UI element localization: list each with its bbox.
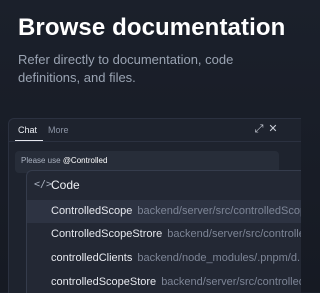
item-path: backend/server/src/controlledScope.ts (167, 228, 301, 240)
tab-more[interactable]: More (48, 125, 69, 135)
dropdown-item[interactable]: ControlledScope backend/server/src/contro… (27, 200, 301, 223)
dropdown-item[interactable]: controlledScopeStore backend/server/src/c… (27, 271, 301, 293)
dropdown-item[interactable]: controlledClients backend/node_modules/.p… (27, 247, 301, 270)
item-path: backend/node_modules/.pnpm/d... (137, 252, 301, 264)
mention-token: @Controlled (62, 156, 108, 165)
dropdown-item-label: controlledClients backend/node_modules/.p… (51, 252, 301, 264)
dropdown-title: Code (51, 178, 80, 192)
code-brackets-icon: </> (34, 179, 53, 190)
dropdown-item-label: controlledScopeStore backend/server/src/c… (51, 276, 301, 288)
hero-title: Browse documentation (18, 14, 286, 41)
dropdown-item-label: ControlledScopeStrore backend/server/src/… (51, 228, 301, 240)
expand-icon[interactable]: ⤢ (253, 123, 265, 135)
hero-subtitle: Refer directly to documentation, code de… (18, 52, 234, 85)
item-name: ControlledScope (51, 205, 133, 217)
mention-dropdown: </> Code ControlledScope backend/server/s… (26, 170, 301, 293)
item-name: ControlledScopeStrore (51, 228, 163, 240)
input-prefix: Please use (21, 156, 63, 165)
close-icon[interactable]: ✕ (267, 123, 279, 135)
panel-tabs: Chat More ⤢ ✕ (9, 119, 301, 142)
dropdown-item-label: ControlledScope backend/server/src/contro… (51, 205, 301, 217)
item-path: backend/server/src/controlled... (161, 276, 301, 288)
dropdown-item[interactable]: ControlledScopeStrore backend/server/src/… (27, 223, 301, 246)
active-tab-indicator (15, 140, 43, 141)
chat-input-text: Please use @Controlled (21, 156, 107, 165)
item-name: controlledClients (51, 252, 133, 264)
dropdown-header: </> Code (27, 171, 301, 199)
item-name: controlledScopeStore (51, 276, 157, 288)
tab-chat[interactable]: Chat (18, 125, 37, 135)
item-path: backend/server/src/controlledScope.ts (137, 205, 301, 217)
